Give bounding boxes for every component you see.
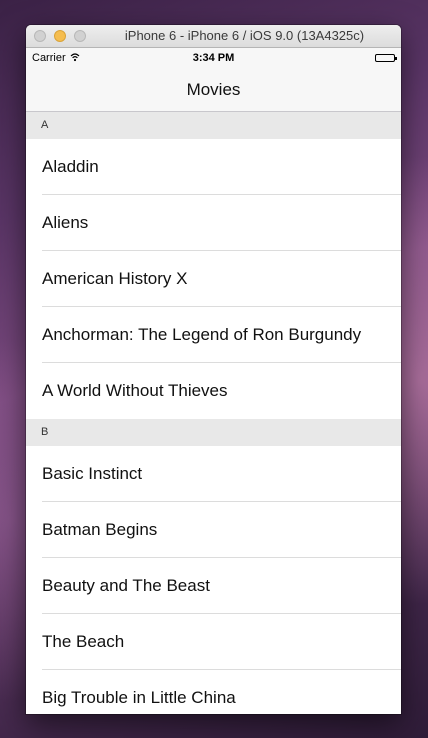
battery-icon xyxy=(375,54,397,62)
close-window-button[interactable] xyxy=(34,30,46,42)
section-header-a: A xyxy=(26,112,401,139)
nav-title: Movies xyxy=(186,79,241,99)
table-row[interactable]: Aliens xyxy=(26,195,401,251)
table-row[interactable]: Aladdin xyxy=(26,139,401,195)
zoom-window-button[interactable] xyxy=(74,30,86,42)
table-row[interactable]: Beauty and The Beast xyxy=(26,558,401,614)
table-row[interactable]: Basic Instinct xyxy=(26,446,401,502)
navigation-bar: Movies xyxy=(26,68,401,112)
section-header-b: B xyxy=(26,419,401,446)
status-bar: Carrier 3:34 PM xyxy=(26,48,401,68)
simulator-window: iPhone 6 - iPhone 6 / iOS 9.0 (13A4325c)… xyxy=(26,25,401,714)
movies-table[interactable]: A Aladdin Aliens American History X Anch… xyxy=(26,112,401,714)
window-titlebar: iPhone 6 - iPhone 6 / iOS 9.0 (13A4325c) xyxy=(26,25,401,48)
table-row[interactable]: Big Trouble in Little China xyxy=(26,670,401,714)
minimize-window-button[interactable] xyxy=(54,30,66,42)
table-row[interactable]: A World Without Thieves xyxy=(26,363,401,419)
status-time: 3:34 PM xyxy=(192,52,235,64)
window-title: iPhone 6 - iPhone 6 / iOS 9.0 (13A4325c) xyxy=(124,28,365,43)
table-row[interactable]: Batman Begins xyxy=(26,502,401,558)
table-row[interactable]: Anchorman: The Legend of Ron Burgundy xyxy=(26,307,401,363)
table-row[interactable]: American History X xyxy=(26,251,401,307)
table-row[interactable]: The Beach xyxy=(26,614,401,670)
